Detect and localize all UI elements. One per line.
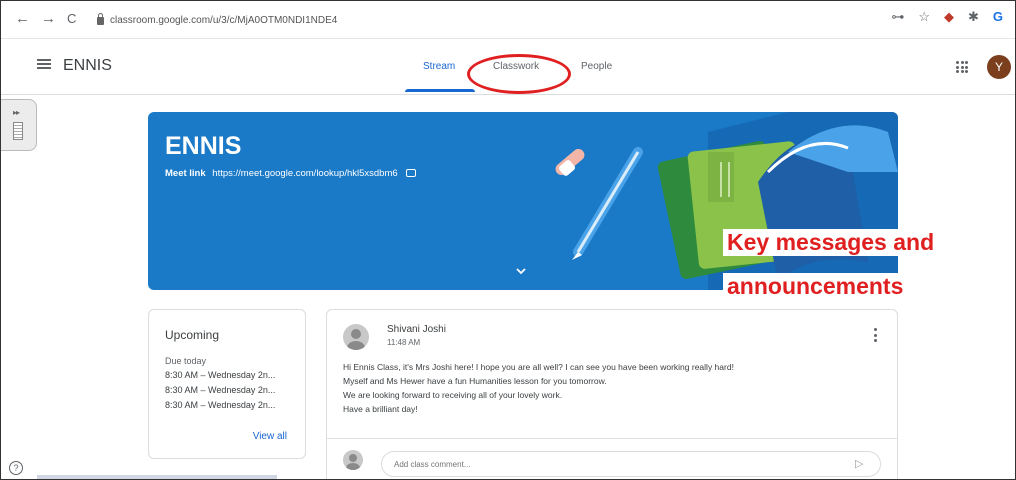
meet-link-label: Meet link [165,168,206,179]
post-text-line: Myself and Ms Hewer have a fun Humanitie… [343,376,607,386]
apps-grid-icon[interactable] [956,61,968,73]
post-text-line: Hi Ennis Class, it's Mrs Joshi here! I h… [343,362,734,372]
due-today-label: Due today [165,356,207,366]
classroom-header: ENNIS Stream Classwork People Y [1,39,1015,95]
avatar[interactable]: Y [987,55,1011,79]
upcoming-item[interactable]: 8:30 AM – Wednesday 2n... [165,385,295,395]
upcoming-item[interactable]: 8:30 AM – Wednesday 2n... [165,400,295,410]
send-icon[interactable]: ▷ [855,457,863,470]
upcoming-item[interactable]: 8:30 AM – Wednesday 2n... [165,370,295,380]
side-panel-handle[interactable]: ▸▸ [1,99,37,151]
post-author: Shivani Joshi [387,324,446,335]
key-icon[interactable]: ⊶ [891,9,904,25]
expand-icon: ▸▸ [13,108,20,117]
puzzle-icon[interactable]: ✱ [968,9,979,25]
keypad-icon [13,122,23,140]
help-icon[interactable]: ? [9,461,23,475]
annotation-label-line2: announcements [723,273,908,300]
google-extension-icon[interactable]: G [993,9,1003,25]
lock-icon [97,13,104,25]
annotation-label-line1: Key messages and [723,229,939,256]
annotation-circle [467,54,571,94]
class-comment-input[interactable] [381,451,881,477]
post-time: 11:48 AM [387,338,421,347]
url-text: classroom.google.com/u/3/c/MjA0OTM0NDI1N… [110,14,338,26]
announcement-post: Shivani Joshi 11:48 AM Hi Ennis Class, i… [326,309,898,479]
post-text-line: Have a brilliant day! [343,404,418,414]
extension-icon[interactable]: ◆ [944,9,954,25]
reload-button[interactable]: C [67,9,76,29]
tab-stream[interactable]: Stream [423,61,455,72]
banner-illustration [555,112,898,290]
more-options-icon[interactable] [874,328,877,342]
class-name[interactable]: ENNIS [63,57,112,75]
back-button[interactable]: ← [15,9,30,29]
browser-toolbar: ← → C classroom.google.com/u/3/c/MjA0OTM… [1,1,1015,39]
screenshot-frame: ← → C classroom.google.com/u/3/c/MjA0OTM… [0,0,1016,480]
upcoming-title: Upcoming [165,328,220,342]
meet-link-row: Meet link https://meet.google.com/lookup… [165,168,417,179]
address-bar[interactable]: classroom.google.com/u/3/c/MjA0OTM0NDI1N… [97,7,817,33]
upcoming-card: Upcoming Due today 8:30 AM – Wednesday 2… [148,309,306,459]
author-avatar [343,324,369,350]
active-tab-indicator [405,89,475,92]
browser-extension-icons: ⊶ ☆ ◆ ✱ G [891,9,1003,25]
video-camera-icon[interactable] [406,169,417,177]
meet-link-url[interactable]: https://meet.google.com/lookup/hkl5xsdbm… [212,168,397,179]
forward-button[interactable]: → [41,9,56,29]
view-all-link[interactable]: View all [253,431,287,442]
comment-divider [327,438,897,439]
class-banner: ENNIS Meet link https://meet.google.com/… [148,112,898,290]
menu-icon[interactable] [37,59,51,69]
chevron-down-icon[interactable] [516,266,526,276]
commenter-avatar [343,450,363,470]
star-icon[interactable]: ☆ [918,9,930,25]
banner-title: ENNIS [165,132,242,160]
tab-people[interactable]: People [581,61,612,72]
post-text-line: We are looking forward to receiving all … [343,390,563,400]
status-strip [37,475,277,479]
